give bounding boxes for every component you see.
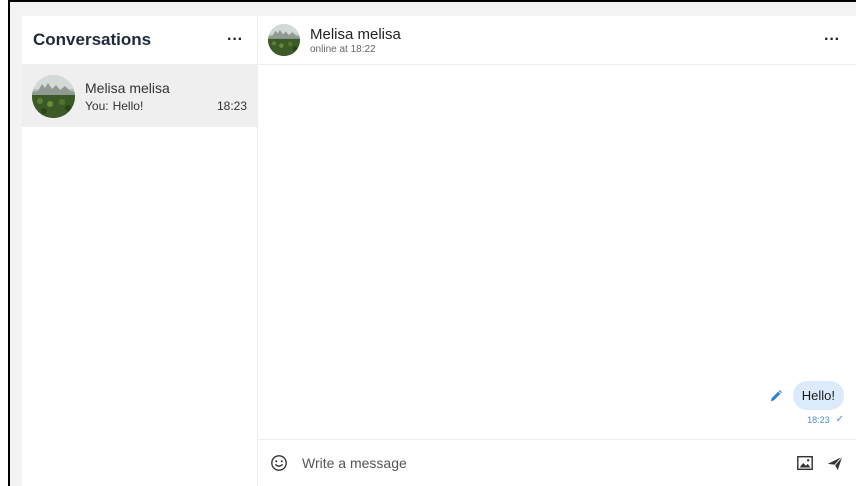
chat-header-text: Melisa melisa online at 18:22: [310, 26, 401, 55]
smiley-icon[interactable]: [270, 454, 288, 472]
conversation-sidebar: Conversations ··· Melisa melisa You: Hel…: [22, 16, 258, 486]
message-time: 18:23: [807, 414, 830, 425]
message-item: Hello! 18:23 ✓: [769, 381, 844, 425]
sidebar-header: Conversations ···: [22, 16, 257, 65]
contact-name: Melisa melisa: [310, 25, 401, 43]
preview-message: Hello!: [112, 98, 144, 113]
avatar: [32, 74, 75, 118]
message-bubble[interactable]: Hello!: [792, 381, 844, 410]
message-line: Hello!: [769, 381, 844, 410]
sidebar-title: Conversations: [33, 30, 152, 49]
messenger-container: Conversations ··· Melisa melisa You: Hel…: [22, 16, 856, 486]
conversation-item[interactable]: Melisa melisa You: Hello! 18:23: [22, 65, 257, 127]
conversation-preview-row: You: Hello! 18:23: [85, 99, 247, 113]
message-meta: 18:23 ✓: [807, 414, 844, 425]
sidebar-menu-button[interactable]: ···: [227, 32, 243, 48]
message-input[interactable]: [300, 454, 784, 472]
image-icon[interactable]: [796, 454, 814, 472]
app-frame: Conversations ··· Melisa melisa You: Hel…: [8, 0, 856, 486]
check-icon: ✓: [835, 414, 844, 425]
chat-pane: Melisa melisa online at 18:22 ··· Hello!: [258, 16, 856, 486]
conversation-time: 18:23: [216, 98, 247, 113]
chat-header: Melisa melisa online at 18:22 ···: [258, 16, 856, 65]
send-icon[interactable]: [826, 454, 844, 472]
conversation-preview: You: Hello!: [85, 99, 143, 113]
conversation-name: Melisa melisa: [85, 79, 170, 96]
conversation-text: Melisa melisa You: Hello! 18:23: [85, 80, 247, 113]
preview-prefix: You:: [85, 98, 109, 113]
message-composer: [258, 439, 856, 486]
pencil-icon[interactable]: [769, 389, 783, 403]
contact-status: online at 18:22: [310, 43, 376, 55]
landscape-photo-icon: [32, 74, 75, 118]
message-list: Hello! 18:23 ✓: [258, 65, 856, 439]
chat-menu-button[interactable]: ···: [824, 32, 840, 48]
avatar[interactable]: [268, 24, 300, 56]
landscape-photo-icon: [268, 24, 300, 56]
